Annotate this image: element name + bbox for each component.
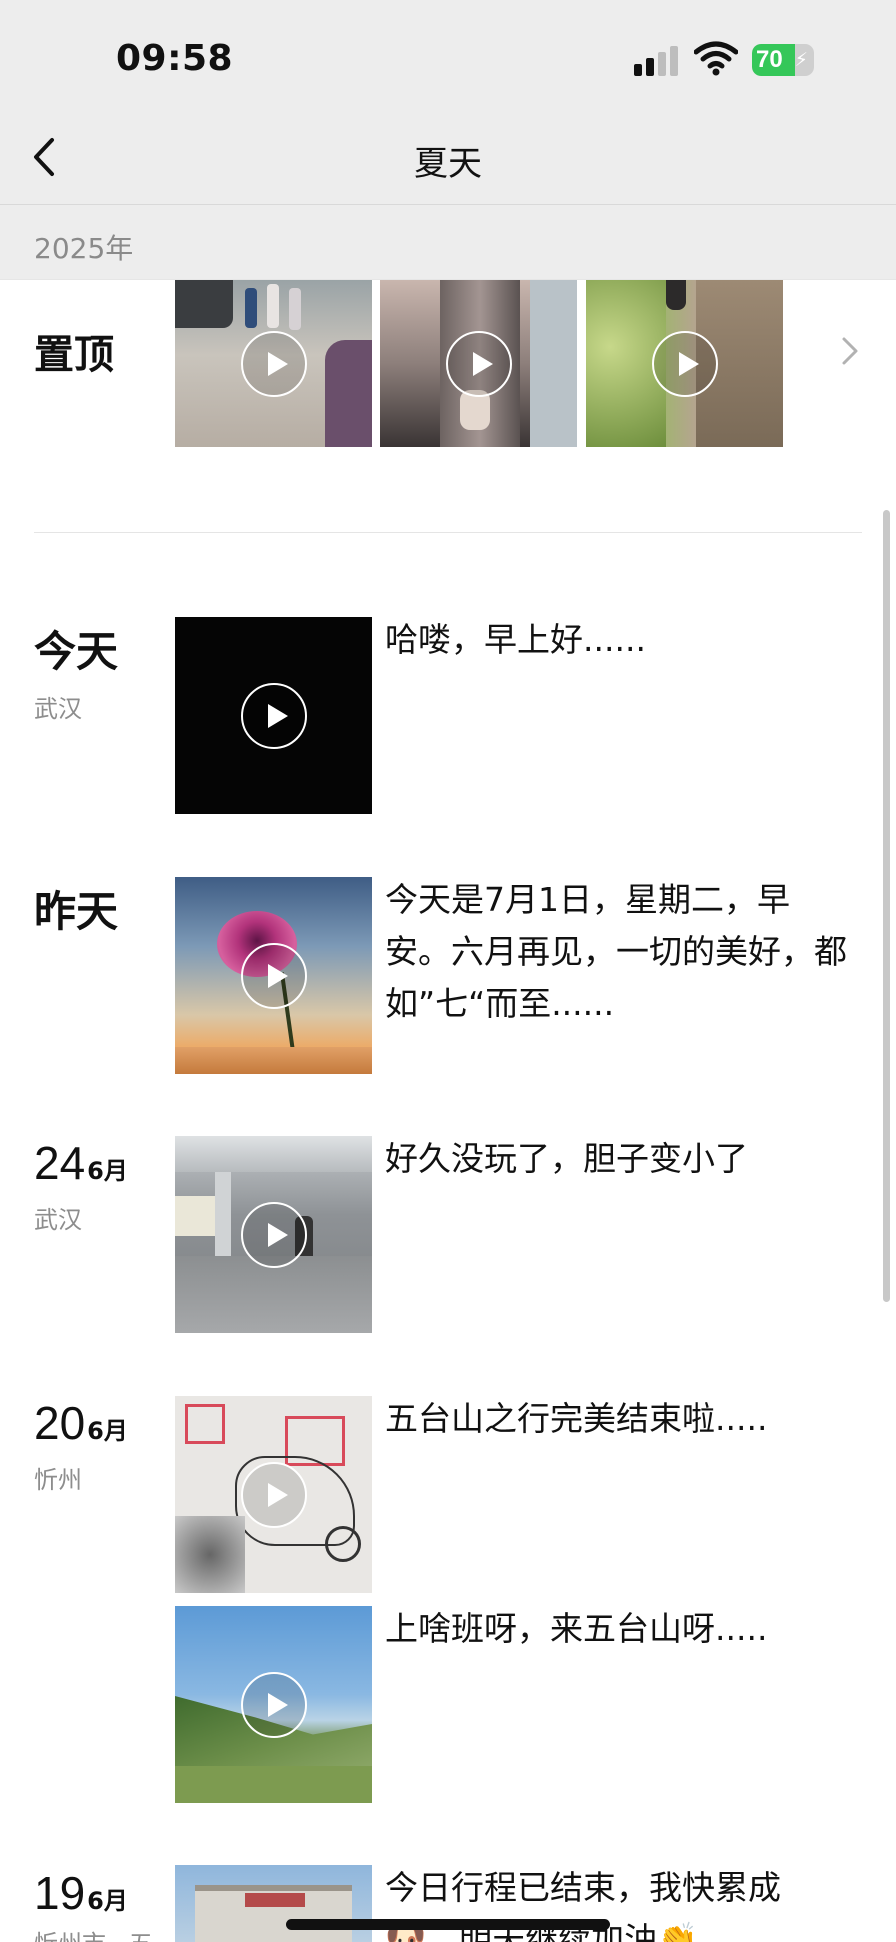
- day-number: 24: [34, 1137, 86, 1189]
- post-caption[interactable]: 上啥班呀，来五台山呀.....: [385, 1603, 855, 1655]
- chevron-right-icon[interactable]: [838, 334, 862, 368]
- location-label: 武汉: [34, 695, 82, 723]
- day-number: 19: [34, 1867, 86, 1919]
- location-label: 忻州: [34, 1466, 82, 1494]
- year-section-header: 2025年: [0, 205, 896, 280]
- battery-percent: 70: [756, 46, 783, 73]
- video-thumbnail[interactable]: [175, 877, 372, 1074]
- play-icon: [445, 330, 512, 397]
- date-word: 今天: [34, 627, 119, 676]
- charging-bolt-icon: ⚡: [794, 49, 808, 71]
- page-title: 夏天: [414, 144, 482, 184]
- pinned-video-thumbnail[interactable]: [380, 280, 577, 447]
- play-icon: [651, 330, 718, 397]
- top-bar: 09:58 70 ⚡ 夏天: [0, 0, 896, 205]
- section-divider: [34, 532, 862, 533]
- date-label: 246月 武汉: [34, 1136, 128, 1235]
- play-icon: [240, 1671, 307, 1738]
- play-icon: [240, 330, 307, 397]
- wifi-icon: [694, 41, 738, 76]
- scrollbar[interactable]: [883, 510, 890, 1302]
- date-label: 今天 武汉: [34, 618, 118, 724]
- month-label: 6月: [87, 1887, 128, 1915]
- post-caption[interactable]: 今天是7月1日，星期二，早安。六月再见，一切的美好，都如”七“而至......: [385, 874, 855, 1030]
- date-label: 196月 忻州市 · 五: [34, 1866, 153, 1942]
- year-label: 2025年: [34, 232, 134, 265]
- pinned-label: 置顶: [34, 332, 114, 378]
- video-thumbnail[interactable]: [175, 1606, 372, 1803]
- date-label: 昨天: [34, 878, 118, 939]
- post-caption[interactable]: 五台山之行完美结束啦.....: [385, 1393, 855, 1445]
- status-time: 09:58: [116, 38, 234, 79]
- play-icon: [240, 682, 307, 749]
- cellular-signal-icon: [634, 46, 680, 76]
- pinned-video-thumbnail[interactable]: [586, 280, 783, 447]
- date-label: 206月 忻州: [34, 1396, 128, 1495]
- home-indicator[interactable]: [286, 1919, 610, 1930]
- day-number: 20: [34, 1397, 86, 1449]
- video-thumbnail[interactable]: [175, 1865, 372, 1942]
- date-word: 昨天: [34, 887, 119, 936]
- play-icon: [240, 942, 307, 1009]
- video-thumbnail[interactable]: [175, 617, 372, 814]
- location-label: 武汉: [34, 1206, 82, 1234]
- post-caption[interactable]: 哈喽，早上好......: [385, 614, 855, 666]
- play-icon: [240, 1461, 307, 1528]
- month-label: 6月: [87, 1157, 128, 1185]
- pinned-video-thumbnail[interactable]: [175, 280, 372, 447]
- location-label: 忻州市 · 五: [34, 1924, 153, 1942]
- month-label: 6月: [87, 1417, 128, 1445]
- video-thumbnail[interactable]: [175, 1136, 372, 1333]
- play-icon: [240, 1201, 307, 1268]
- post-caption[interactable]: 好久没玩了，胆子变小了: [385, 1133, 855, 1185]
- video-thumbnail[interactable]: [175, 1396, 372, 1593]
- post-caption[interactable]: 今日行程已结束，我快累成🐶，明天继续加油👏: [385, 1862, 855, 1942]
- battery-icon: 70 ⚡: [752, 44, 814, 76]
